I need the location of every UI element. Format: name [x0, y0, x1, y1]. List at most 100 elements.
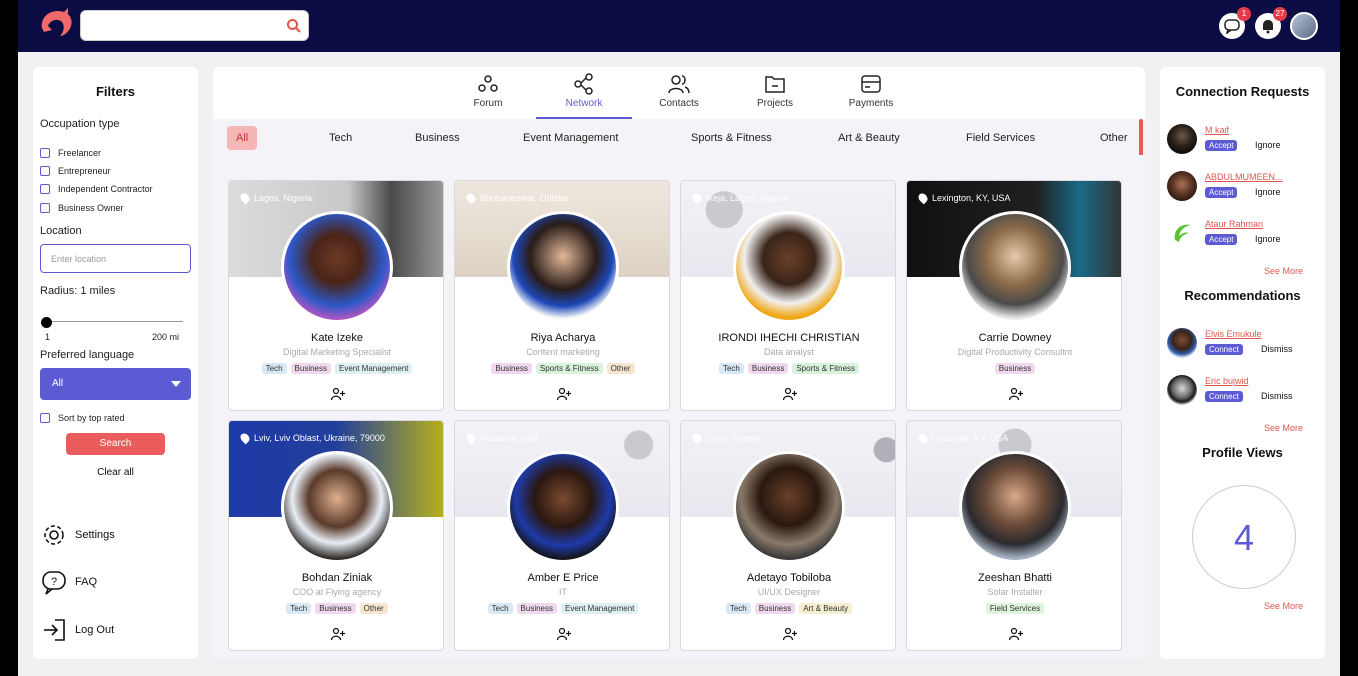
checkbox[interactable]: [40, 203, 50, 213]
person-card[interactable]: Lviv, Lviv Oblast, Ukraine, 79000 Bohdan …: [228, 420, 444, 651]
recommendation-name[interactable]: Elvis Emukule: [1205, 329, 1262, 339]
person-name[interactable]: Riya Acharya: [455, 332, 669, 344]
avatar[interactable]: [1167, 218, 1197, 248]
profile-photo[interactable]: [281, 211, 393, 323]
person-name[interactable]: Adetayo Tobiloba: [681, 572, 895, 584]
occupation-checkbox-freelancer[interactable]: Freelancer: [40, 148, 101, 158]
person-name[interactable]: Amber E Price: [455, 572, 669, 584]
category-event-management[interactable]: Event Management: [514, 126, 627, 150]
requests-see-more-link[interactable]: See More: [1264, 266, 1303, 276]
person-name[interactable]: Zeeshan Bhatti: [907, 572, 1121, 584]
location-text: Louisville, KY, USA: [932, 433, 1009, 443]
dismiss-button[interactable]: Dismiss: [1261, 344, 1293, 355]
tab-network[interactable]: Network: [536, 73, 632, 119]
request-name[interactable]: Ataur Rahman: [1205, 219, 1263, 229]
category-tech[interactable]: Tech: [320, 126, 361, 150]
checkbox[interactable]: [40, 148, 50, 158]
ignore-button[interactable]: Ignore: [1255, 140, 1281, 151]
occupation-checkbox-contractor[interactable]: Independent Contractor: [40, 184, 153, 194]
connect-button[interactable]: Connect: [1205, 344, 1243, 355]
profile-photo[interactable]: [959, 451, 1071, 563]
category-field-services[interactable]: Field Services: [957, 126, 1044, 150]
accept-button[interactable]: Accept: [1205, 234, 1238, 245]
search-button[interactable]: Search: [66, 433, 165, 455]
category-art-beauty[interactable]: Art & Beauty: [829, 126, 909, 150]
ignore-button[interactable]: Ignore: [1255, 234, 1281, 245]
logout-link[interactable]: Log Out: [41, 617, 114, 643]
tab-projects[interactable]: Projects: [727, 73, 823, 119]
add-connection-icon[interactable]: [331, 387, 345, 401]
dolphin-logo-icon[interactable]: [38, 8, 74, 42]
recommendation-name[interactable]: Eric bujwid: [1205, 376, 1249, 386]
profile-photo[interactable]: [733, 211, 845, 323]
person-card[interactable]: Lexington, KY, USA Carrie Downey Digital P…: [906, 180, 1122, 411]
avatar[interactable]: [1167, 171, 1197, 201]
checkbox[interactable]: [40, 413, 50, 423]
category-all[interactable]: All: [227, 126, 258, 150]
radius-slider[interactable]: [45, 321, 183, 322]
messages-button[interactable]: 1: [1219, 7, 1251, 39]
sort-top-rated-checkbox[interactable]: Sort by top rated: [40, 413, 125, 423]
location-input[interactable]: Enter location: [40, 244, 191, 273]
search-input[interactable]: [80, 10, 309, 41]
recommendations-see-more-link[interactable]: See More: [1264, 423, 1303, 433]
add-connection-icon[interactable]: [783, 627, 797, 641]
category-other[interactable]: Other: [1091, 126, 1137, 150]
add-connection-icon[interactable]: [1009, 387, 1023, 401]
person-card[interactable]: Osun, Nigeria Adetayo Tobiloba UI/UX Desig…: [680, 420, 896, 651]
add-connection-icon[interactable]: [557, 627, 571, 641]
profile-views-see-more-link[interactable]: See More: [1264, 601, 1303, 611]
tag-badge: Tech: [487, 603, 513, 614]
profile-photo[interactable]: [281, 451, 393, 563]
tab-forum[interactable]: Forum: [440, 73, 536, 119]
profile-photo[interactable]: [507, 211, 619, 323]
avatar[interactable]: [1167, 124, 1197, 154]
person-name[interactable]: Kate Izeke: [229, 332, 443, 344]
avatar[interactable]: [1167, 328, 1197, 358]
settings-link[interactable]: Settings: [41, 522, 115, 548]
request-name[interactable]: ABDULMUMEEN...: [1205, 172, 1283, 182]
add-connection-icon[interactable]: [331, 627, 345, 641]
avatar[interactable]: [1167, 375, 1197, 405]
occupation-checkbox-entrepreneur[interactable]: Entrepreneur: [40, 166, 111, 176]
clear-all-button[interactable]: Clear all: [33, 467, 198, 478]
category-business[interactable]: Business: [406, 126, 469, 150]
person-tags: Tech Business Event Management: [229, 363, 443, 374]
chat-icon: [1224, 19, 1240, 34]
person-role: Content marketing: [526, 347, 600, 357]
location-label: Location: [40, 225, 82, 237]
profile-photo[interactable]: [507, 451, 619, 563]
person-tags: Business: [907, 363, 1121, 374]
person-name[interactable]: Carrie Downey: [907, 332, 1121, 344]
person-card[interactable]: Bhubaneswar, Odisha Riya Acharya Content m…: [454, 180, 670, 411]
accept-button[interactable]: Accept: [1205, 187, 1238, 198]
language-select[interactable]: All: [40, 368, 191, 400]
checkbox[interactable]: [40, 184, 50, 194]
search-icon[interactable]: [286, 18, 302, 34]
person-card[interactable]: Lagos, Nigeria Kate Izeke Digital Marketin…: [228, 180, 444, 411]
radius-slider-handle[interactable]: [41, 317, 52, 328]
request-name[interactable]: M kaif: [1205, 125, 1229, 135]
notifications-button[interactable]: 27: [1255, 7, 1287, 39]
person-card[interactable]: Louisville, KY, USA Zeeshan Bhatti Solar I…: [906, 420, 1122, 651]
profile-photo[interactable]: [959, 211, 1071, 323]
accept-button[interactable]: Accept: [1205, 140, 1238, 151]
tab-contacts[interactable]: Contacts: [631, 73, 727, 119]
user-avatar[interactable]: [1290, 12, 1318, 40]
person-name[interactable]: Bohdan Ziniak: [229, 572, 443, 584]
dismiss-button[interactable]: Dismiss: [1261, 391, 1293, 402]
profile-photo[interactable]: [733, 451, 845, 563]
ignore-button[interactable]: Ignore: [1255, 187, 1281, 198]
category-sports-fitness[interactable]: Sports & Fitness: [682, 126, 781, 150]
add-connection-icon[interactable]: [783, 387, 797, 401]
tab-payments[interactable]: Payments: [823, 73, 919, 119]
add-connection-icon[interactable]: [557, 387, 571, 401]
checkbox[interactable]: [40, 166, 50, 176]
faq-link[interactable]: ? FAQ: [41, 569, 97, 595]
connect-button[interactable]: Connect: [1205, 391, 1243, 402]
add-connection-icon[interactable]: [1009, 627, 1023, 641]
person-name[interactable]: IRONDI IHECHI CHRISTIAN: [681, 332, 895, 344]
person-card[interactable]: Ikeja, Lagos, Nigeria IRONDI IHECHI CHRIS…: [680, 180, 896, 411]
occupation-checkbox-business-owner[interactable]: Business Owner: [40, 203, 124, 213]
person-card[interactable]: Alabama, USA Amber E Price IT Tech Business E…: [454, 420, 670, 651]
